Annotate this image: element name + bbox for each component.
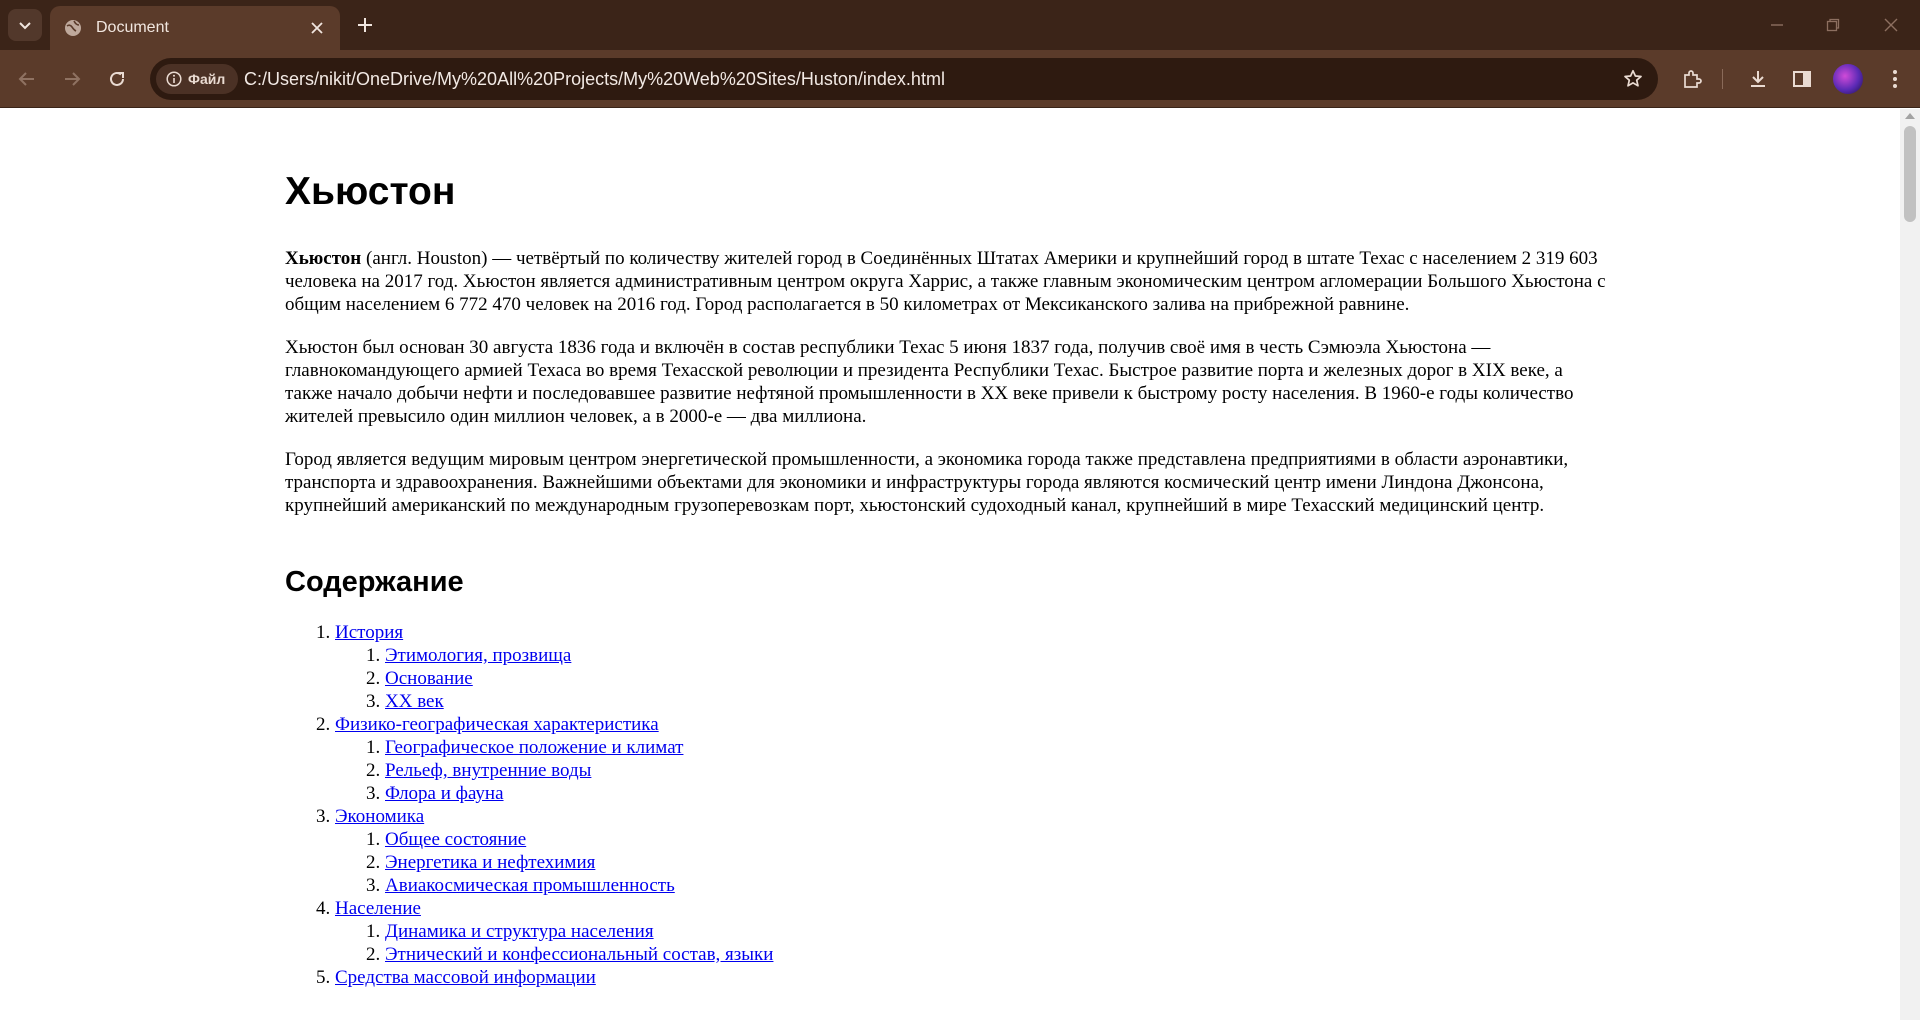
intro-bold-term: Хьюстон [285,248,362,269]
page-title: Хьюстон [285,170,456,213]
history-paragraph: Хьюстон был основан 30 августа 1836 года… [285,337,1574,427]
extensions-button[interactable] [1677,64,1707,94]
close-tab-icon[interactable] [306,17,328,39]
tab-search-icon [19,22,31,30]
tab-title: Document [96,19,169,36]
minimize-icon [1771,24,1783,26]
toc-link-flora-fauna[interactable]: Флора и фауна [385,783,504,804]
toc-sublist: Общее состояние Энергетика и нефтехимия … [335,828,1610,897]
toc-sublist: Географическое положение и климат Рельеф… [335,736,1610,805]
toc-link-geography[interactable]: Физико-географическая характеристика [335,714,659,735]
toc-subitem: Основание [385,667,1610,690]
toc-subitem: Этимология, прозвища [385,644,1610,667]
toc-link-20th-century[interactable]: XX век [385,691,444,712]
back-button[interactable] [12,64,42,94]
toc-subitem: Географическое положение и климат [385,736,1610,759]
toc-link-aerospace[interactable]: Авиакосмическая промышленность [385,875,675,896]
site-info-chip[interactable]: Файл [156,64,238,94]
plus-icon [358,18,372,32]
url-text[interactable]: C:/Users/nikit/OneDrive/My%20All%20Proje… [244,69,945,90]
intro-text: (англ. Houston) — четвёртый по количеств… [285,248,1606,315]
scrollbar-thumb[interactable] [1904,126,1916,222]
toc-item: История Этимология, прозвища Основание X… [335,621,1610,713]
toc-item: Экономика Общее состояние Энергетика и н… [335,805,1610,897]
page-viewport: Хьюстон Хьюстон (англ. Houston) — четвёр… [0,109,1900,1020]
tab-strip: Document [0,0,1920,50]
economy-paragraph: Город является ведущим мировым центром э… [285,449,1569,516]
window-close-button[interactable] [1878,12,1904,38]
toc-item: Средства массовой информации [335,966,1610,989]
restore-button[interactable] [1820,12,1846,38]
side-panel-button[interactable] [1787,64,1817,94]
reload-icon [110,71,124,86]
extensions-icon [1684,70,1702,88]
active-tab[interactable]: Document [50,6,340,50]
toc-link-general-state[interactable]: Общее состояние [385,829,526,850]
browser-menu-button[interactable] [1880,64,1910,94]
toc-subitem: Общее состояние [385,828,1610,851]
scroll-up-arrow[interactable] [1905,113,1915,119]
toc-link-founding[interactable]: Основание [385,668,473,689]
profile-avatar[interactable] [1833,64,1863,94]
toc-link-history[interactable]: История [335,622,403,643]
forward-button[interactable] [57,64,87,94]
toc-subitem: Флора и фауна [385,782,1610,805]
tab-search-button[interactable] [8,9,42,41]
table-of-contents: История Этимология, прозвища Основание X… [285,621,1610,989]
browser-toolbar: Файл C:/Users/nikit/OneDrive/My%20All%20… [0,50,1920,108]
toc-subitem: Авиакосмическая промышленность [385,874,1610,897]
new-tab-button[interactable] [352,12,378,38]
window-close-icon [1884,18,1898,32]
toc-link-etymology[interactable]: Этимология, прозвища [385,645,571,666]
toolbar-separator [1722,69,1723,89]
address-bar[interactable]: Файл C:/Users/nikit/OneDrive/My%20All%20… [150,58,1658,100]
toc-link-ethnic[interactable]: Этнический и конфессиональный состав, яз… [385,944,773,965]
info-icon [166,71,182,87]
security-label: Файл [188,71,226,87]
toc-sublist: Этимология, прозвища Основание XX век [335,644,1610,713]
page-content: Хьюстон Хьюстон (англ. Houston) — четвёр… [285,109,1610,989]
minimize-button[interactable] [1764,12,1790,38]
toc-link-relief-waters[interactable]: Рельеф, внутренние воды [385,760,591,781]
restore-icon [1826,18,1840,32]
toc-item: Физико-географическая характеристика Гео… [335,713,1610,805]
toc-subitem: XX век [385,690,1610,713]
side-panel-icon [1793,71,1811,87]
star-icon [1624,69,1642,87]
toc-link-media[interactable]: Средства массовой информации [335,967,596,988]
intro-paragraph: Хьюстон (англ. Houston) — четвёртый по к… [285,247,1610,316]
vertical-scrollbar[interactable] [1900,109,1920,1020]
downloads-button[interactable] [1743,64,1773,94]
toc-heading: Содержание [285,566,464,598]
toc-link-dynamics[interactable]: Динамика и структура населения [385,921,654,942]
toc-subitem: Рельеф, внутренние воды [385,759,1610,782]
menu-icon [1893,70,1897,88]
toc-link-location-climate[interactable]: Географическое положение и климат [385,737,683,758]
back-icon [18,72,34,86]
toc-link-energy[interactable]: Энергетика и нефтехимия [385,852,595,873]
forward-icon [65,72,81,86]
toc-sublist: Динамика и структура населения Этнически… [335,920,1610,966]
globe-icon [64,19,82,37]
toc-subitem: Этнический и конфессиональный состав, яз… [385,943,1610,966]
toc-subitem: Динамика и структура населения [385,920,1610,943]
toc-link-population[interactable]: Население [335,898,421,919]
toc-item: Население Динамика и структура населения… [335,897,1610,966]
reload-button[interactable] [102,64,132,94]
bookmark-star-button[interactable] [1622,68,1644,90]
toc-subitem: Энергетика и нефтехимия [385,851,1610,874]
download-icon [1751,71,1765,87]
toc-link-economy[interactable]: Экономика [335,806,424,827]
